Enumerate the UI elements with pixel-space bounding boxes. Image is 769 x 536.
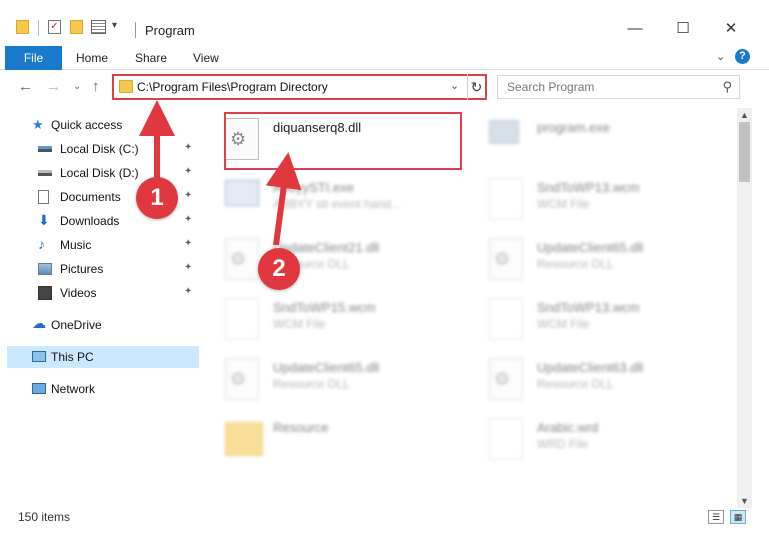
- step-1-badge: 1: [136, 177, 178, 219]
- sidebar-item-onedrive[interactable]: ☁ OneDrive: [0, 314, 200, 336]
- exe-file-icon: [489, 120, 519, 144]
- properties-icon[interactable]: ✓: [48, 20, 61, 34]
- gear-icon: ⚙: [494, 369, 511, 389]
- up-button[interactable]: ↑: [92, 78, 100, 95]
- sidebar-item-quick-access[interactable]: ★ Quick access: [0, 114, 200, 136]
- download-icon: ⬇: [38, 212, 50, 228]
- address-dropdown-icon[interactable]: ⌄: [450, 79, 459, 92]
- file-item[interactable]: ⚙ UpdateClient21.dll Resource DLL: [205, 232, 445, 290]
- divider: [38, 20, 39, 36]
- document-icon: [489, 178, 523, 220]
- file-item[interactable]: SndToWP13.wcm WCM File: [469, 172, 709, 230]
- folder-icon: [16, 20, 29, 34]
- highlight-box: [224, 112, 462, 170]
- pin-icon[interactable]: ✦: [184, 190, 192, 201]
- forward-button[interactable]: →: [46, 78, 61, 95]
- navigation-pane: ★ Quick access Local Disk (C:) ✦ Local D…: [0, 110, 200, 506]
- gear-icon: ⚙: [230, 249, 247, 269]
- file-item[interactable]: SndToWP15.wcm WCM File: [205, 292, 445, 350]
- window-title: Program: [145, 23, 195, 38]
- drive-icon: [38, 170, 52, 176]
- pin-icon[interactable]: ✦: [184, 214, 192, 225]
- file-item[interactable]: ⚙ UpdateClient65.dll Resource DLL: [205, 352, 445, 410]
- refresh-button[interactable]: ↻: [467, 74, 485, 100]
- help-icon[interactable]: ?: [735, 49, 750, 64]
- pictures-icon: [38, 263, 52, 275]
- minimize-button[interactable]: —: [620, 18, 650, 40]
- file-item[interactable]: ⚙ UpdateClient63.dll Resource DLL: [469, 352, 709, 410]
- pin-icon[interactable]: ✦: [184, 286, 192, 297]
- cloud-icon: ☁: [32, 315, 46, 331]
- music-icon: ♪: [38, 236, 45, 252]
- network-icon: [32, 383, 46, 394]
- scroll-up-icon[interactable]: ▲: [737, 108, 752, 122]
- title-separator: [135, 22, 136, 38]
- dll-file-icon: ⚙: [225, 238, 259, 280]
- file-item[interactable]: AbbyySTI.exe ABBYY sti event hand...: [205, 172, 445, 230]
- details-view-icon[interactable]: ☰: [708, 510, 724, 524]
- search-icon[interactable]: ⚲: [722, 79, 732, 95]
- new-folder-icon[interactable]: [70, 20, 83, 34]
- sidebar-item-music[interactable]: ♪ Music ✦: [0, 234, 200, 256]
- quick-access-dropdown-icon[interactable]: ▾: [112, 20, 117, 31]
- recent-locations-icon[interactable]: ⌄: [73, 81, 81, 92]
- file-item[interactable]: Arabic.wrd WRD File: [469, 412, 709, 470]
- tab-view[interactable]: View: [193, 46, 219, 70]
- address-path[interactable]: C:\Program Files\Program Directory: [137, 80, 328, 94]
- scrollbar[interactable]: ▲ ▼: [737, 108, 752, 508]
- address-bar[interactable]: C:\Program Files\Program Directory ⌄ ↻: [112, 74, 487, 100]
- gear-icon: ⚙: [494, 249, 511, 269]
- tab-home[interactable]: Home: [76, 46, 108, 70]
- status-bar: 150 items ☰ ▦: [0, 506, 769, 528]
- computer-icon: [32, 351, 46, 362]
- back-button[interactable]: ←: [18, 78, 33, 95]
- sidebar-item-network[interactable]: Network: [0, 378, 200, 400]
- pin-icon[interactable]: ✦: [184, 262, 192, 273]
- large-icons-view-icon[interactable]: ▦: [730, 510, 746, 524]
- close-button[interactable]: ✕: [716, 18, 746, 40]
- title-bar: ✓ ▾ Program — ☐ ✕: [0, 0, 769, 38]
- exe-file-icon: [225, 180, 259, 206]
- scroll-thumb[interactable]: [739, 122, 750, 182]
- gear-icon: ⚙: [230, 369, 247, 389]
- sidebar-item-pictures[interactable]: Pictures ✦: [0, 258, 200, 280]
- pin-icon[interactable]: ✦: [184, 238, 192, 249]
- item-count: 150 items: [18, 510, 71, 524]
- search-input[interactable]: Search Program ⚲: [497, 75, 740, 99]
- drive-icon: [38, 146, 52, 152]
- dll-file-icon: ⚙: [489, 358, 523, 400]
- step-2-badge: 2: [258, 248, 300, 290]
- document-icon: [489, 418, 523, 460]
- tab-file[interactable]: File: [5, 46, 62, 70]
- pin-icon[interactable]: ✦: [184, 142, 192, 153]
- film-icon: [38, 286, 52, 300]
- file-item[interactable]: ⚙ UpdateClient65.dll Resource DLL: [469, 232, 709, 290]
- dll-file-icon: ⚙: [225, 358, 259, 400]
- customize-toolbar-icon[interactable]: [91, 20, 106, 34]
- document-icon: [38, 190, 49, 204]
- ribbon-collapse-icon[interactable]: ⌄: [716, 50, 725, 63]
- document-icon: [225, 298, 259, 340]
- folder-icon: [119, 80, 133, 93]
- file-item[interactable]: program.exe: [469, 112, 709, 170]
- file-item[interactable]: Resource: [205, 412, 445, 470]
- tab-share[interactable]: Share: [135, 46, 167, 70]
- dll-file-icon: ⚙: [489, 238, 523, 280]
- document-icon: [489, 298, 523, 340]
- maximize-button[interactable]: ☐: [668, 18, 698, 40]
- pin-icon[interactable]: ✦: [184, 166, 192, 177]
- ribbon-tabs: File Home Share View ⌄: [0, 46, 769, 70]
- search-placeholder: Search Program: [507, 80, 595, 94]
- star-icon: ★: [32, 117, 44, 132]
- sidebar-item-local-disk-c[interactable]: Local Disk (C:) ✦: [0, 138, 200, 160]
- sidebar-item-this-pc[interactable]: This PC: [7, 346, 199, 368]
- file-item[interactable]: SndToWP13.wcm WCM File: [469, 292, 709, 350]
- sidebar-item-videos[interactable]: Videos ✦: [0, 282, 200, 304]
- folder-icon: [225, 422, 263, 456]
